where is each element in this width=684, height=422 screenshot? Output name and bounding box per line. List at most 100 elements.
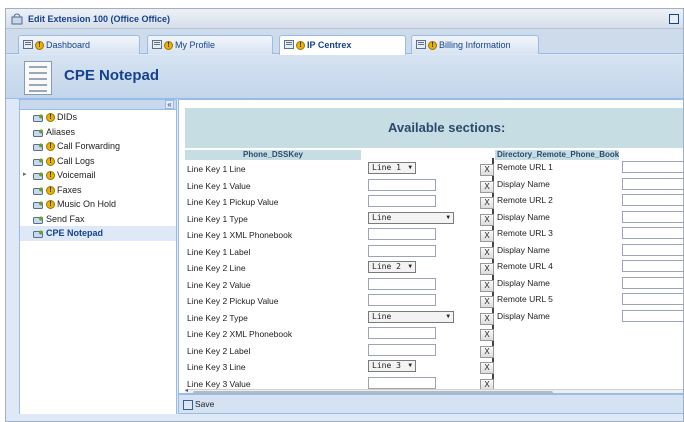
dropdown-arrow-icon: ▼ <box>446 312 450 320</box>
sidebar-item-dids[interactable]: ! DIDs <box>20 110 176 125</box>
field-label: Line Key 2 Type <box>187 312 248 323</box>
remove-field-button[interactable]: X <box>480 230 494 242</box>
tab-label: Dashboard <box>46 40 91 50</box>
field-input[interactable] <box>368 178 436 191</box>
field-input[interactable] <box>368 244 436 257</box>
sidebar-item-aliases[interactable]: Aliases <box>20 125 176 140</box>
expand-arrow-icon[interactable]: ▸ <box>23 168 27 182</box>
remove-field-button[interactable]: X <box>480 213 494 226</box>
field-input[interactable] <box>622 309 683 322</box>
field-input[interactable] <box>368 277 436 290</box>
remove-field-button[interactable]: X <box>480 246 494 259</box>
sidebar-item-voicemail[interactable]: ▸! Voicemail <box>20 168 176 183</box>
field-label: Line Key 1 Type <box>187 213 248 224</box>
billing-icon <box>416 40 426 51</box>
remove-field-button[interactable]: X <box>480 180 494 193</box>
select-value: Line 3 <box>372 361 401 370</box>
field-label: Remote URL 4 <box>497 261 553 271</box>
select-value: Line 1 <box>372 163 401 172</box>
field-row: Line Key 2 Label X <box>185 342 494 359</box>
sidebar-item-label: Aliases <box>46 126 76 137</box>
field-label: Display Name <box>497 277 550 288</box>
window-title: Edit Extension 100 (Office Office) <box>28 14 171 24</box>
remove-field-button[interactable]: X <box>480 312 494 325</box>
window-titlebar[interactable]: Edit Extension 100 (Office Office) <box>6 9 683 29</box>
section-header: CPE Notepad <box>6 55 683 99</box>
field-input[interactable] <box>622 194 683 206</box>
field-label: Line Key 3 Value <box>187 378 251 389</box>
field-input[interactable] <box>368 294 436 306</box>
select-value: Line <box>372 212 392 222</box>
remove-field-button[interactable]: X <box>480 164 494 176</box>
field-input[interactable] <box>622 161 683 173</box>
field-input[interactable] <box>368 195 436 207</box>
remove-field-button[interactable]: X <box>480 279 494 292</box>
field-input[interactable] <box>622 276 683 289</box>
warning-icon: ! <box>46 113 55 123</box>
directory-row: Display Name <box>495 243 683 260</box>
sidebar-item-call-logs[interactable]: ! Call Logs <box>20 154 176 169</box>
field-input[interactable] <box>622 210 683 223</box>
sidebar: « ! DIDs Aliases! Call Forwarding! Call Logs… <box>19 99 177 421</box>
main-content: Available sections: Phone_DSSKey Directo… <box>178 99 683 394</box>
tab-label: IP Centrex <box>307 40 352 50</box>
remove-field-button[interactable]: X <box>480 263 494 275</box>
maximize-button[interactable] <box>669 14 679 24</box>
tab-ip-centrex[interactable]: ! IP Centrex <box>279 35 406 55</box>
field-select[interactable]: Line ▼ <box>368 211 454 224</box>
remove-field-button[interactable]: X <box>480 329 494 341</box>
collapse-sidebar-button[interactable]: « <box>165 100 174 109</box>
warning-icon: ! <box>46 171 55 181</box>
warning-icon: ! <box>46 142 55 152</box>
field-input[interactable] <box>622 243 683 256</box>
field-input[interactable] <box>622 227 683 239</box>
field-label: Line Key 3 Line <box>187 362 246 372</box>
directory-row: Display Name <box>495 210 683 227</box>
field-label: Remote URL 5 <box>497 294 553 304</box>
field-input[interactable] <box>622 260 683 272</box>
field-row: Line Key 1 Line Line 1 ▼ X <box>185 160 494 177</box>
sidebar-item-cpe-notepad[interactable]: CPE Notepad <box>20 226 176 241</box>
field-select[interactable]: Line ▼ <box>368 310 454 323</box>
sidebar-item-label: Music On Hold <box>57 199 117 209</box>
field-select[interactable]: Line 2 ▼ <box>368 261 416 273</box>
phone-icon <box>284 40 294 51</box>
available-sections-title: Available sections: <box>388 120 506 135</box>
remove-field-button[interactable]: X <box>480 296 494 308</box>
tab-dashboard[interactable]: ! Dashboard <box>18 35 140 54</box>
field-select[interactable]: Line 3 ▼ <box>368 360 416 372</box>
warning-icon: ! <box>46 200 55 210</box>
field-input[interactable] <box>368 327 436 339</box>
field-select[interactable]: Line 1 ▼ <box>368 162 416 174</box>
notepad-icon <box>33 229 44 239</box>
sidebar-item-faxes[interactable]: ! Faxes <box>20 183 176 198</box>
warning-icon: ! <box>296 41 305 51</box>
field-input[interactable] <box>622 293 683 305</box>
field-input[interactable] <box>622 177 683 190</box>
remove-field-button[interactable]: X <box>480 362 494 374</box>
tab-strip: ! Dashboard! My Profile! IP Centrex! Billing… <box>6 29 683 55</box>
field-input[interactable] <box>368 228 436 240</box>
field-label: Line Key 1 XML Phonebook <box>187 230 293 240</box>
logs-icon <box>33 157 44 166</box>
tab-billing-information[interactable]: ! Billing Information <box>411 35 539 54</box>
save-button[interactable]: Save <box>183 399 214 410</box>
warning-icon: ! <box>46 185 55 195</box>
sidebar-item-call-forwarding[interactable]: ! Call Forwarding <box>20 139 176 154</box>
remove-field-button[interactable]: X <box>480 197 494 209</box>
remove-field-button[interactable]: X <box>480 345 494 358</box>
field-label: Display Name <box>497 310 550 321</box>
music-icon <box>33 200 44 210</box>
field-input[interactable] <box>368 343 436 356</box>
forward-icon <box>33 142 44 152</box>
sidebar-item-music-on-hold[interactable]: ! Music On Hold <box>20 197 176 212</box>
sidebar-item-label: Call Logs <box>57 155 95 166</box>
directory-row: Remote URL 1 <box>495 160 683 177</box>
scroll-left-icon[interactable]: ◂ <box>185 387 188 393</box>
available-sections-banner: Available sections: <box>185 108 683 148</box>
sidebar-item-send-fax[interactable]: Send Fax <box>20 212 176 227</box>
directory-row: Remote URL 4 <box>495 259 683 276</box>
field-input[interactable] <box>368 376 436 389</box>
field-label: Display Name <box>497 244 550 255</box>
tab-my-profile[interactable]: ! My Profile <box>147 35 273 54</box>
